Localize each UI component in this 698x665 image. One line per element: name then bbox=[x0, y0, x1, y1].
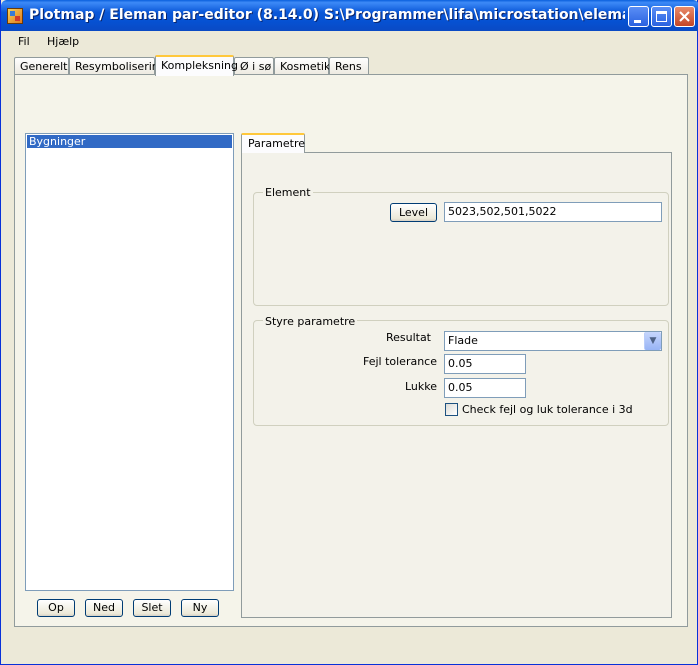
menu-bar: Fil Hjælp bbox=[1, 31, 697, 52]
maximize-icon bbox=[656, 11, 667, 22]
level-input[interactable]: 5023,502,501,5022 bbox=[444, 202, 662, 222]
close-tolerance-label: Lukke bbox=[404, 380, 437, 393]
tab-kosmetik[interactable]: Kosmetik bbox=[274, 57, 330, 75]
result-label: Resultat bbox=[385, 331, 431, 344]
tab-rens[interactable]: Rens bbox=[329, 57, 369, 75]
list-item[interactable]: Bygninger bbox=[26, 134, 233, 149]
down-button[interactable]: Ned bbox=[85, 599, 123, 617]
error-tolerance-label: Fejl tolerance bbox=[362, 355, 437, 368]
menu-fil[interactable]: Fil bbox=[18, 35, 30, 48]
check-3d-label[interactable]: Check fejl og luk tolerance i 3d bbox=[462, 403, 633, 416]
new-button[interactable]: Ny bbox=[181, 599, 219, 617]
level-button[interactable]: Level bbox=[390, 203, 437, 222]
result-select-value: Flade bbox=[448, 334, 478, 347]
menu-hjaelp[interactable]: Hjælp bbox=[47, 35, 79, 48]
app-icon bbox=[7, 8, 23, 24]
error-tolerance-input[interactable]: 0.05 bbox=[444, 354, 526, 374]
tab-resymbolisering[interactable]: Resymbolisering bbox=[69, 57, 166, 75]
tab-o-i-so[interactable]: Ø i sø bbox=[234, 57, 274, 75]
title-bar[interactable]: Plotmap / Eleman par-editor (8.14.0) S:\… bbox=[1, 0, 698, 31]
tab-kompleksning[interactable]: Kompleksning bbox=[155, 55, 238, 76]
object-list[interactable]: Bygninger bbox=[25, 133, 234, 591]
element-group-title: Element bbox=[263, 186, 313, 199]
minimize-button[interactable] bbox=[628, 6, 649, 27]
close-button[interactable] bbox=[674, 6, 695, 27]
delete-button[interactable]: Slet bbox=[133, 599, 171, 617]
tab-generelt[interactable]: Generelt bbox=[14, 57, 69, 75]
main-window: Plotmap / Eleman par-editor (8.14.0) S:\… bbox=[0, 0, 698, 665]
tab-parametre[interactable]: Parametre bbox=[241, 133, 305, 153]
close-tolerance-input[interactable]: 0.05 bbox=[444, 378, 526, 398]
up-button[interactable]: Op bbox=[37, 599, 75, 617]
maximize-button[interactable] bbox=[651, 6, 672, 27]
chevron-down-icon[interactable]: ▼ bbox=[644, 332, 661, 350]
close-icon bbox=[679, 11, 690, 22]
control-params-group-title: Styre parametre bbox=[263, 315, 358, 328]
check-3d-checkbox[interactable] bbox=[445, 403, 458, 416]
window-title: Plotmap / Eleman par-editor (8.14.0) S:\… bbox=[29, 7, 625, 23]
minimize-icon bbox=[634, 20, 641, 23]
result-select[interactable]: Flade ▼ bbox=[444, 331, 662, 351]
